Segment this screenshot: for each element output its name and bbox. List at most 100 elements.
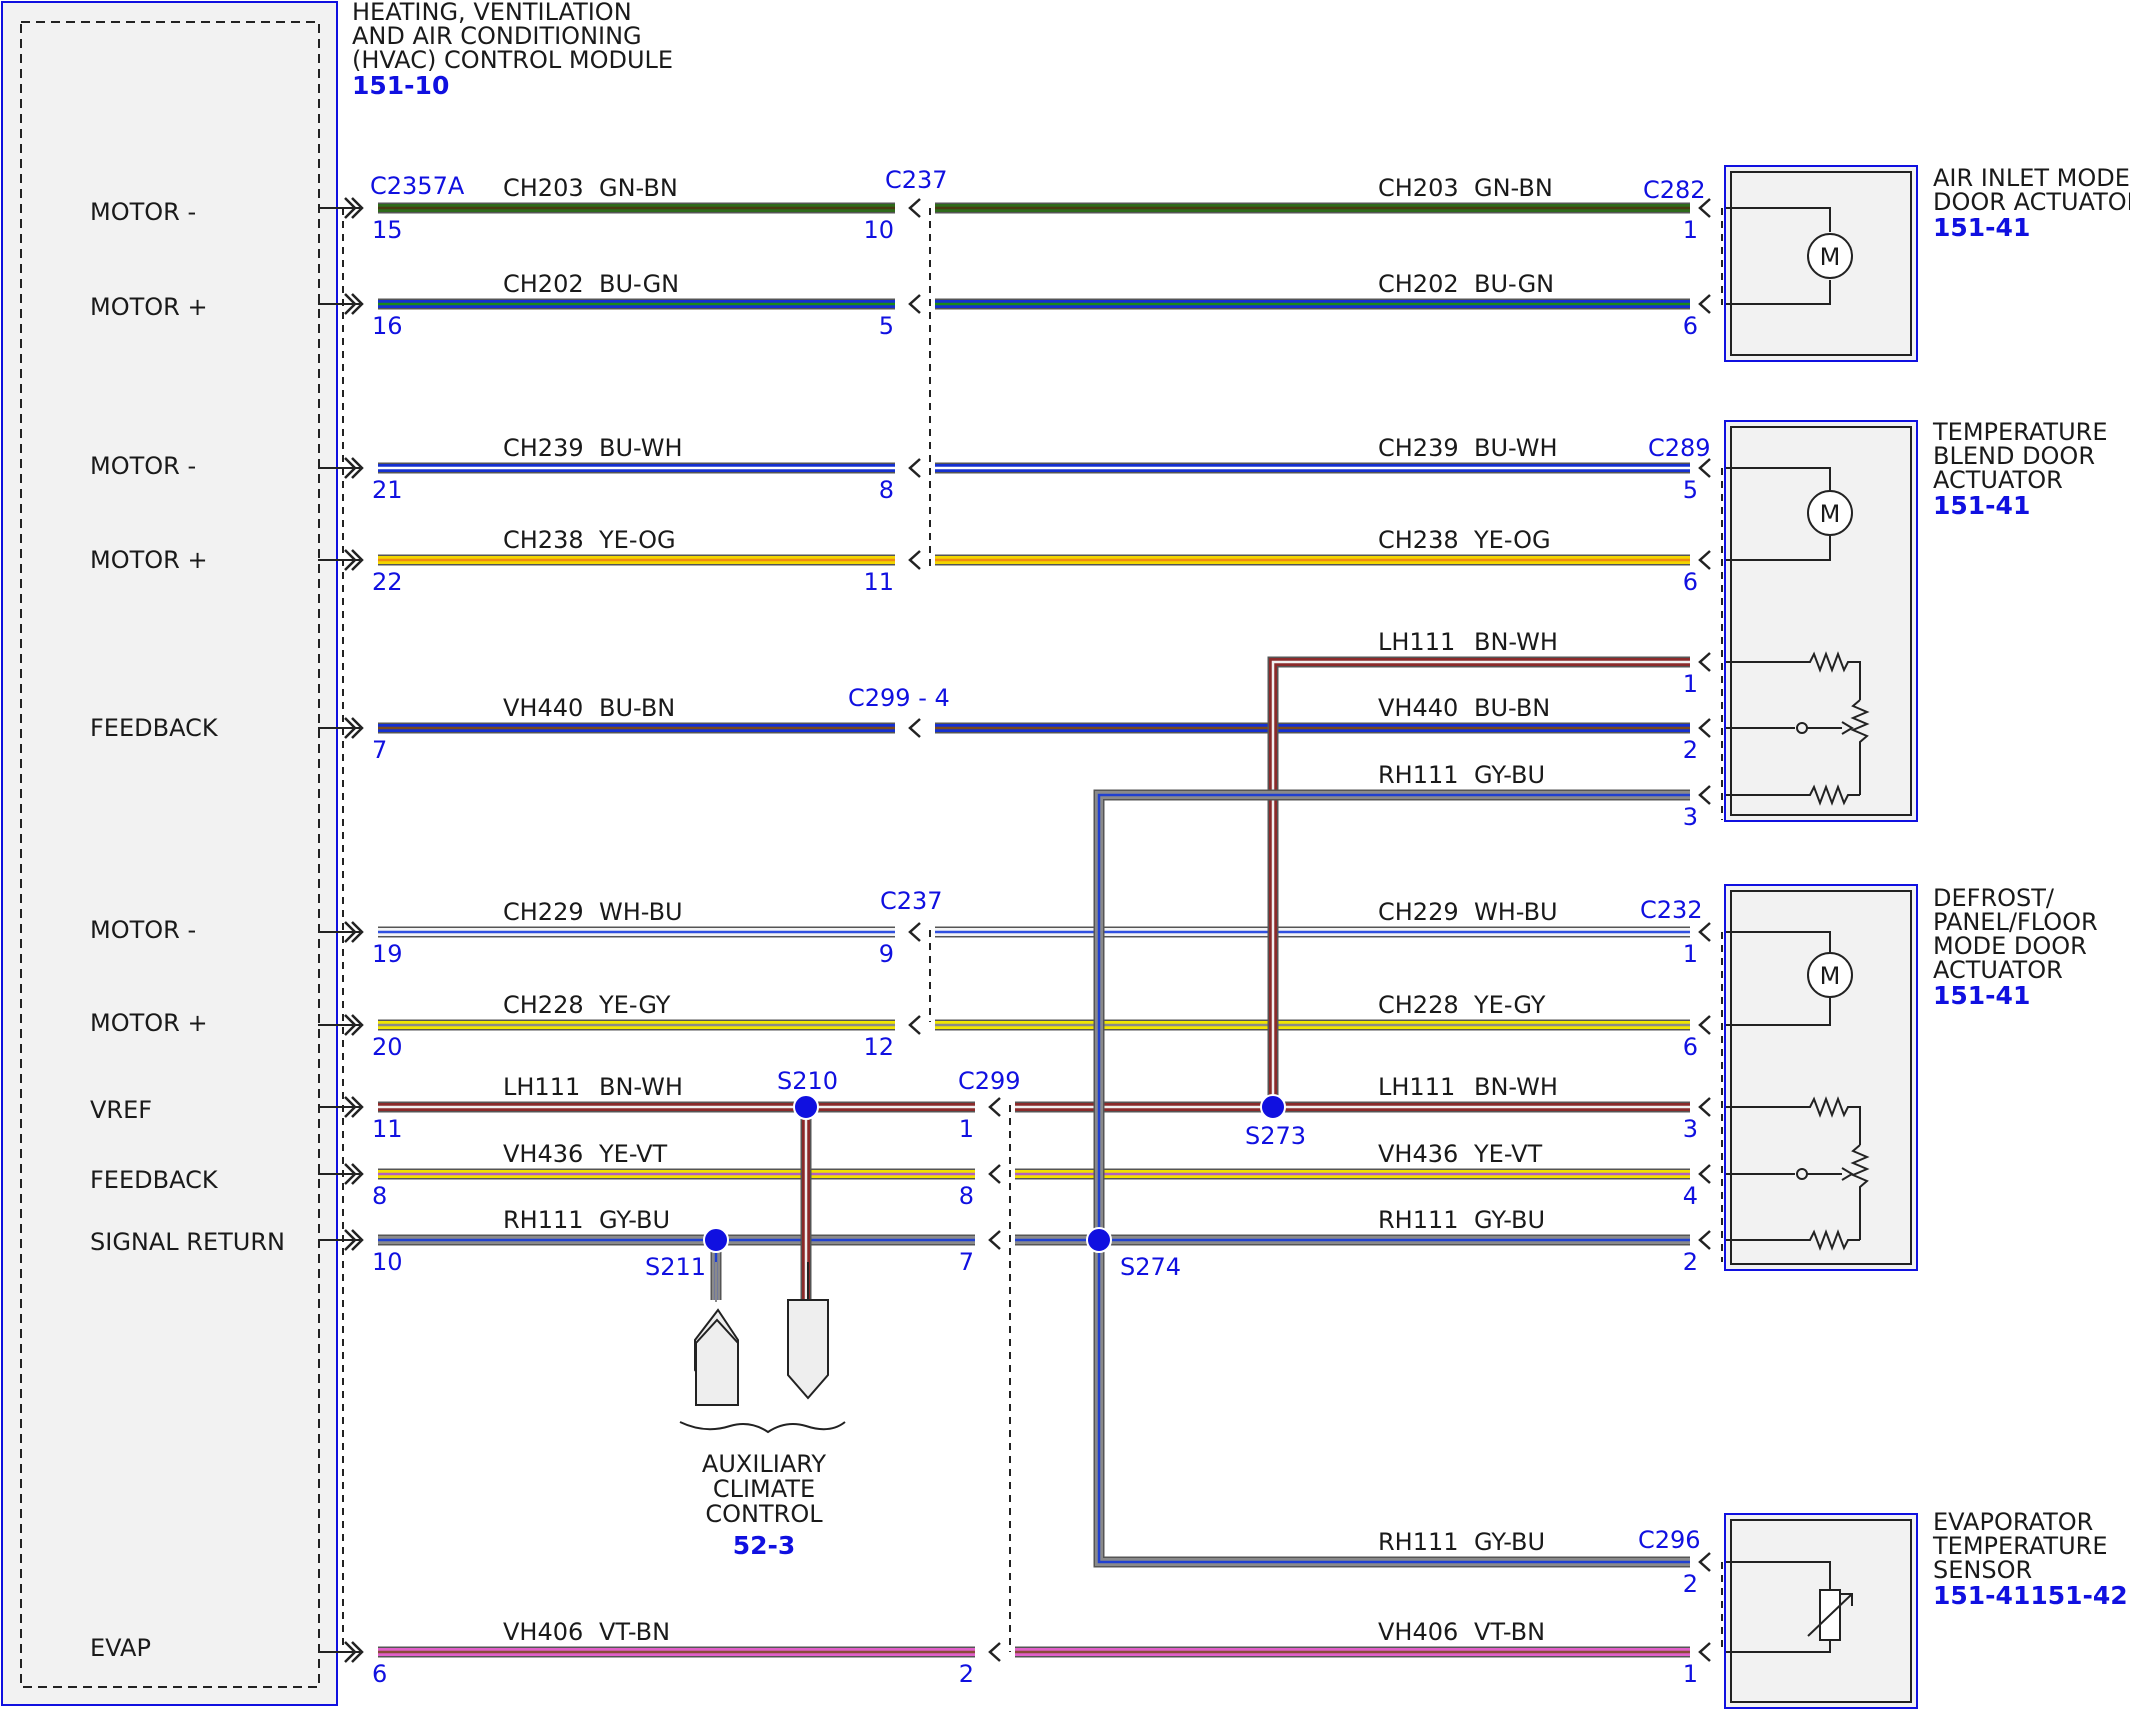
branch-connector-arrow — [1698, 652, 1711, 672]
wire-color-label-right: BU-GN — [1474, 270, 1554, 298]
wire-circuit-label: VH436 — [503, 1140, 583, 1168]
wire-circuit-label-right: RH111 — [1378, 1206, 1459, 1234]
inline-pin-number: 10 — [863, 216, 894, 244]
module-pin-number: 6 — [372, 1660, 387, 1688]
motor-symbol-1: M — [1820, 243, 1841, 271]
wire-color-label-right: BU-WH — [1474, 434, 1558, 462]
branch-pin-number: 3 — [1683, 803, 1698, 831]
branch-connector-arrow — [1698, 1552, 1711, 1572]
wire-circuit-label-right: LH111 — [1378, 1073, 1455, 1101]
inline-pin-number: 1 — [959, 1115, 974, 1143]
branch-circuit-label: RH111 — [1378, 1528, 1459, 1556]
component-connector-arrow — [1698, 1015, 1711, 1035]
inline-connector-arrow — [988, 1230, 1001, 1250]
wire-color-label: VT-BN — [599, 1618, 670, 1646]
pin-label-motor-minus-2: MOTOR - — [90, 452, 196, 480]
auxiliary-title-3: CONTROL — [705, 1500, 823, 1528]
pin-label-motor-minus-1: MOTOR - — [90, 198, 196, 226]
inline-pin-number: 7 — [959, 1248, 974, 1276]
wire-color-label: BU-WH — [599, 434, 683, 462]
wire-color-label-right: GY-BU — [1474, 1206, 1545, 1234]
wire-color-label: YE-VT — [598, 1140, 667, 1168]
splice-s211: S211 — [645, 1253, 706, 1281]
wire-color-label-right: GN-BN — [1474, 174, 1553, 202]
wire-circuit-label-right: CH229 — [1378, 898, 1459, 926]
inline-pin-number: 9 — [879, 940, 894, 968]
component-pin-number: 2 — [1683, 1248, 1698, 1276]
component-pin-number: 1 — [1683, 1660, 1698, 1688]
wire-color-label-right: BN-WH — [1474, 1073, 1558, 1101]
component-connector-arrow — [1698, 550, 1711, 570]
module-pin-number: 7 — [372, 736, 387, 764]
wire-circuit-label-right: CH228 — [1378, 991, 1459, 1019]
inline-connector-arrow — [908, 922, 921, 942]
wire-circuit-label: VH440 — [503, 694, 583, 722]
wiring-diagram: HEATING, VENTILATION AND AIR CONDITIONIN… — [1, 0, 2130, 1709]
wire-circuit-label: CH229 — [503, 898, 584, 926]
wires-layer — [378, 202, 1690, 1658]
motor-symbol-2: M — [1820, 500, 1841, 528]
auxiliary-ref: 52-3 — [733, 1531, 796, 1560]
splice-s274: S274 — [1120, 1253, 1181, 1281]
connector-c237-bottom: C237 — [880, 887, 943, 915]
wire-circuit-label: CH238 — [503, 526, 584, 554]
module-pin-number: 21 — [372, 476, 403, 504]
defrost-title-4: ACTUATOR — [1933, 956, 2063, 984]
wire-circuit-label: VH406 — [503, 1618, 583, 1646]
connector-c299-lower: C299 — [958, 1067, 1021, 1095]
connector-c2357a: C2357A — [370, 172, 465, 200]
module-pin-number: 8 — [372, 1182, 387, 1210]
component-pin-number: 2 — [1683, 736, 1698, 764]
inline-connector-arrow — [908, 458, 921, 478]
wire-color-label: BU-BN — [599, 694, 675, 722]
wire-circuit-label-right: CH238 — [1378, 526, 1459, 554]
module-pin-number: 15 — [372, 216, 403, 244]
inline-connector-arrow — [908, 718, 921, 738]
wire-circuit-label: CH203 — [503, 174, 584, 202]
hvac-module-title-line-3: (HVAC) CONTROL MODULE — [352, 46, 673, 74]
wire-color-label-right: VT-BN — [1474, 1618, 1545, 1646]
connector-c232: C232 — [1640, 896, 1703, 924]
wire-color-label: BN-WH — [599, 1073, 683, 1101]
splice-s210: S210 — [777, 1067, 838, 1095]
pin-label-feedback-1: FEEDBACK — [90, 714, 219, 742]
splice-s273: S273 — [1245, 1122, 1306, 1150]
inline-connector-arrow — [988, 1642, 1001, 1662]
inline-connector-arrow — [988, 1097, 1001, 1117]
wire-circuit-label: LH111 — [503, 1073, 580, 1101]
wire-color-label: BU-GN — [599, 270, 679, 298]
wire-circuit-label: CH228 — [503, 991, 584, 1019]
motor-symbol-3: M — [1820, 962, 1841, 990]
inline-connector-arrow — [988, 1164, 1001, 1184]
wire-circuit-label-right: VH406 — [1378, 1618, 1458, 1646]
inline-connector-arrow — [908, 1015, 921, 1035]
temp-blend-title-3: ACTUATOR — [1933, 466, 2063, 494]
module-pin-number: 16 — [372, 312, 403, 340]
splice-dot-s274 — [1086, 1227, 1112, 1253]
wire-circuit-label: RH111 — [503, 1206, 584, 1234]
evaporator-ref: 151-41151-42 — [1933, 1581, 2128, 1610]
wire-color-label-right: YE-OG — [1473, 526, 1551, 554]
branch-connector-arrow — [1698, 785, 1711, 805]
evaporator-title-3: SENSOR — [1933, 1556, 2032, 1584]
wire-circuit-label-right: CH202 — [1378, 270, 1459, 298]
wire-color-label-right: YE-GY — [1473, 991, 1546, 1019]
inline-pin-number: 8 — [879, 476, 894, 504]
inline-connector-arrow — [908, 550, 921, 570]
component-pin-number: 6 — [1683, 1033, 1698, 1061]
component-connector-arrow — [1698, 922, 1711, 942]
branch-color-label: GY-BU — [1474, 1528, 1545, 1556]
connector-c299-upper: C299 - 4 — [848, 684, 950, 712]
branch-color-label: GY-BU — [1474, 761, 1545, 789]
pin-label-signal-return: SIGNAL RETURN — [90, 1228, 285, 1256]
auxiliary-title-2: CLIMATE — [713, 1475, 815, 1503]
component-pin-number: 6 — [1683, 568, 1698, 596]
pin-label-vref: VREF — [90, 1096, 152, 1124]
component-connector-arrow — [1698, 1230, 1711, 1250]
inline-pin-number: 12 — [863, 1033, 894, 1061]
wire-color-label-right: BU-BN — [1474, 694, 1550, 722]
auxiliary-shapes — [679, 1262, 846, 1434]
air-inlet-ref: 151-41 — [1933, 213, 2030, 242]
wire-color-label: GN-BN — [599, 174, 678, 202]
component-connector-arrow — [1698, 294, 1711, 314]
